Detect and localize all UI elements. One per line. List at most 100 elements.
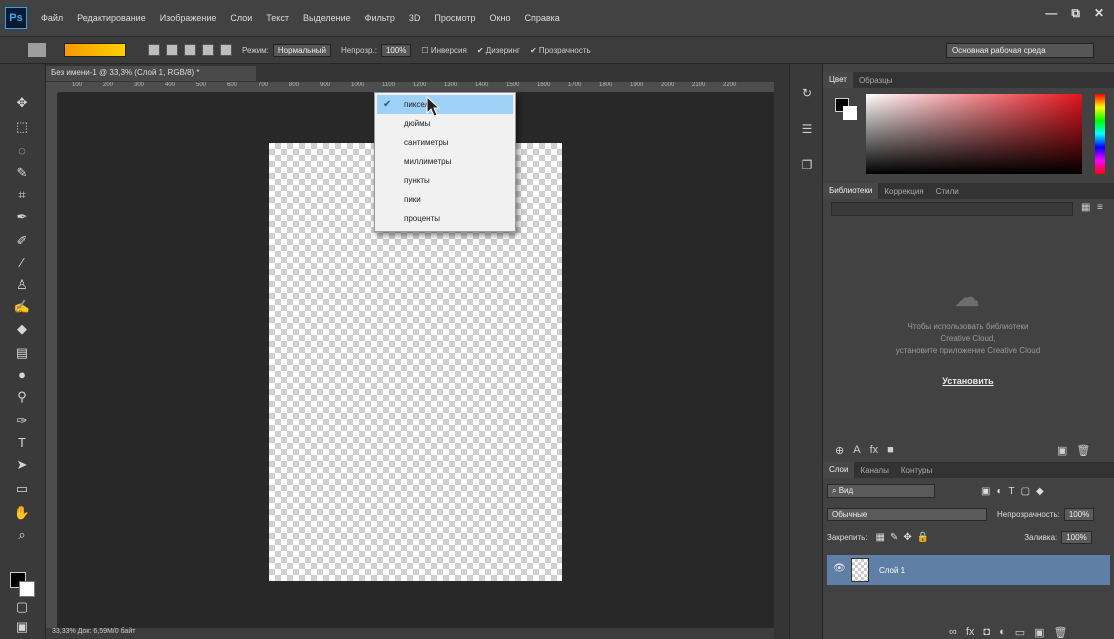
adjustment-layer-icon[interactable]: ◐ <box>999 626 1006 639</box>
menu-item-inches[interactable]: дюймы <box>375 114 515 133</box>
shape-tool-icon[interactable]: ▭ <box>12 480 32 498</box>
type-tool-icon[interactable]: T <box>12 434 32 452</box>
menu-window[interactable]: Окно <box>490 13 511 23</box>
blur-tool-icon[interactable]: ● <box>12 366 32 384</box>
properties-panel-icon[interactable]: ☰ <box>799 122 815 138</box>
healing-brush-tool-icon[interactable]: ✐ <box>12 232 32 250</box>
link-layers-icon[interactable]: ∞ <box>949 626 957 639</box>
layer-row-layer-1[interactable]: 👁 Слой 1 <box>827 555 1110 585</box>
tab-channels[interactable]: Каналы <box>854 466 894 475</box>
transparency-checkbox[interactable]: ✔ Прозрачность <box>530 46 591 55</box>
document-tab[interactable]: Без имени-1 @ 33,3% (Слой 1, RGB/8) * <box>46 66 256 81</box>
pen-tool-icon[interactable]: ✑ <box>12 412 32 430</box>
gradient-tool-icon[interactable]: ▤ <box>12 344 32 362</box>
add-graphic-icon[interactable]: ⊕ <box>835 444 844 457</box>
tab-layers[interactable]: Слои <box>823 462 855 478</box>
menu-select[interactable]: Выделение <box>303 13 351 23</box>
delete-layer-icon[interactable]: 🗑 <box>1054 626 1068 639</box>
stamp-tool-icon[interactable]: ♙ <box>12 276 32 294</box>
layer-name[interactable]: Слой 1 <box>879 566 905 575</box>
menu-item-pixels[interactable]: ✔ пиксели <box>377 95 513 114</box>
crop-tool-icon[interactable]: ⌗ <box>12 186 32 204</box>
visibility-eye-icon[interactable]: 👁 <box>833 563 846 574</box>
fx-icon[interactable]: fx <box>966 626 975 639</box>
layer-filter-select[interactable]: ⌕ Вид <box>827 484 935 498</box>
eraser-tool-icon[interactable]: ◆ <box>12 320 32 338</box>
background-color-swatch[interactable] <box>19 581 35 597</box>
history-brush-tool-icon[interactable]: ✍ <box>12 298 32 316</box>
menu-filter[interactable]: Фильтр <box>365 13 395 23</box>
actions-panel-icon[interactable]: ❐ <box>799 158 815 174</box>
vertical-ruler[interactable] <box>46 93 58 639</box>
lasso-tool-icon[interactable]: ◌ <box>12 142 32 160</box>
layer-filter-icons[interactable]: ▣◐T▢◆ <box>981 486 1050 497</box>
menu-item-millimeters[interactable]: миллиметры <box>375 152 515 171</box>
install-link[interactable]: Установить <box>863 376 1073 386</box>
opacity-field[interactable]: 100% <box>380 43 412 57</box>
menu-view[interactable]: Просмотр <box>434 13 475 23</box>
tab-libraries[interactable]: Библиотеки <box>823 183 879 199</box>
menu-item-points[interactable]: пункты <box>375 171 515 190</box>
group-icon[interactable]: ▭ <box>1015 626 1025 639</box>
restore-icon[interactable]: ⧉ <box>1071 6 1080 21</box>
dodge-tool-icon[interactable]: ⚲ <box>12 388 32 406</box>
path-selection-tool-icon[interactable]: ➤ <box>12 456 32 474</box>
menu-file[interactable]: Файл <box>41 13 63 23</box>
zoom-tool-icon[interactable]: ⌕ <box>12 526 32 544</box>
marquee-tool-icon[interactable]: ⬚ <box>12 118 32 136</box>
hand-tool-icon[interactable]: ✋ <box>12 504 32 522</box>
quick-select-tool-icon[interactable]: ✎ <box>12 164 32 182</box>
angle-gradient-button[interactable] <box>184 44 196 56</box>
fill-field[interactable]: 100% <box>1061 530 1092 544</box>
eyedropper-tool-icon[interactable]: ✒ <box>12 208 32 226</box>
grid-view-icon[interactable]: ▦ <box>1081 202 1090 213</box>
radial-gradient-button[interactable] <box>166 44 178 56</box>
menu-item-percent[interactable]: проценты <box>375 209 515 228</box>
trash-icon[interactable]: 🗑 <box>1076 444 1090 457</box>
list-view-icon[interactable]: ≡ <box>1097 202 1103 213</box>
tab-adjustments[interactable]: Коррекция <box>878 187 929 196</box>
color-panel-background-swatch[interactable] <box>843 106 857 120</box>
tab-color[interactable]: Цвет <box>823 72 853 88</box>
menu-help[interactable]: Справка <box>524 13 559 23</box>
brush-tool-icon[interactable]: ⁄ <box>12 254 32 272</box>
workspace-select[interactable]: Основная рабочая среда <box>946 43 1094 58</box>
ruler-origin[interactable] <box>46 82 58 93</box>
menu-item-picas[interactable]: пики <box>375 190 515 209</box>
menu-item-centimeters[interactable]: сантиметры <box>375 133 515 152</box>
gradient-tool-preset-icon[interactable] <box>28 43 46 57</box>
layer-opacity-field[interactable]: 100% <box>1063 507 1095 521</box>
minimize-icon[interactable]: — <box>1045 6 1057 21</box>
library-select[interactable] <box>831 202 1073 216</box>
tab-swatches[interactable]: Образцы <box>853 76 899 85</box>
close-icon[interactable]: ✕ <box>1094 6 1104 21</box>
dither-checkbox[interactable]: ✔ Дизеринг <box>477 46 520 55</box>
linear-gradient-button[interactable] <box>148 44 160 56</box>
add-mask-icon[interactable]: ◘ <box>983 626 990 639</box>
move-tool-icon[interactable]: ✥ <box>12 94 32 112</box>
menu-layers[interactable]: Слои <box>230 13 252 23</box>
add-layer-style-icon[interactable]: fx <box>870 444 879 457</box>
history-panel-icon[interactable]: ↻ <box>799 86 815 102</box>
quick-mask-icon[interactable]: ▢ <box>12 598 32 616</box>
menu-3d[interactable]: 3D <box>409 13 421 23</box>
menu-text[interactable]: Текст <box>266 13 289 23</box>
tab-styles[interactable]: Стили <box>930 187 965 196</box>
menu-edit[interactable]: Редактирование <box>77 13 146 23</box>
color-spectrum-field[interactable] <box>866 94 1082 174</box>
hue-slider[interactable] <box>1095 94 1105 174</box>
gradient-picker[interactable] <box>64 43 126 57</box>
diamond-gradient-button[interactable] <box>220 44 232 56</box>
mode-select[interactable]: Нормальный <box>272 43 331 57</box>
menu-image[interactable]: Изображение <box>160 13 217 23</box>
blend-mode-select[interactable]: Обычные <box>827 507 987 521</box>
library-panel-icon[interactable]: ▣ <box>1057 444 1067 457</box>
tab-paths[interactable]: Контуры <box>895 466 938 475</box>
add-color-icon[interactable]: ■ <box>887 444 894 457</box>
reflected-gradient-button[interactable] <box>202 44 214 56</box>
reverse-checkbox[interactable]: ☐ Инверсия <box>421 46 466 55</box>
lock-icons[interactable]: ▦✎✥🔒 <box>876 532 935 543</box>
add-character-style-icon[interactable]: A <box>853 444 860 457</box>
new-layer-icon[interactable]: ▣ <box>1034 626 1044 639</box>
screen-mode-icon[interactable]: ▣ <box>12 618 32 636</box>
